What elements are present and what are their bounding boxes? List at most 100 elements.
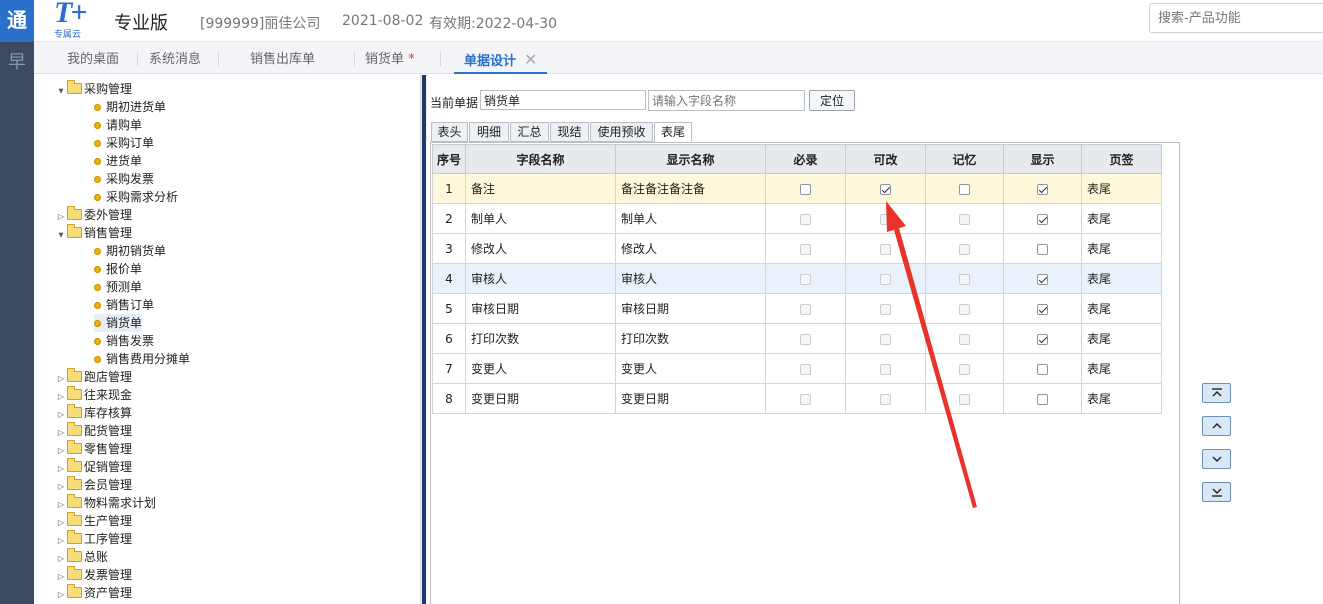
tree-folder[interactable]: ▷ 物料需求计划 — [56, 494, 156, 512]
show-checkbox[interactable] — [1037, 333, 1048, 345]
column-header[interactable]: 序号 — [432, 144, 466, 174]
collapse-icon[interactable]: ▲ — [57, 228, 65, 242]
tree-folder[interactable]: ▷ 跑店管理 — [56, 368, 132, 386]
move-bottom-button[interactable] — [1202, 482, 1231, 502]
show-checkbox[interactable] — [1037, 243, 1048, 255]
close-icon[interactable]: ✕ — [524, 50, 537, 69]
expand-icon[interactable]: ▷ — [56, 586, 66, 604]
tree-leaf[interactable]: 期初进货单 — [94, 98, 166, 116]
table-row[interactable]: 2 制单人 制单人 表尾 — [432, 203, 1162, 234]
splitter-handle[interactable] — [422, 75, 426, 604]
move-up-button[interactable] — [1202, 416, 1231, 436]
tree-node-label: 报价单 — [106, 262, 143, 276]
editable-checkbox[interactable] — [880, 183, 891, 195]
table-cell: 审核人 — [615, 263, 766, 294]
column-header[interactable]: 记忆 — [925, 144, 1004, 174]
required-checkbox — [800, 393, 811, 405]
required-checkbox[interactable] — [800, 183, 811, 195]
table-row[interactable]: 1 备注 备注备注备注备 表尾 — [432, 173, 1162, 204]
tab-form-design[interactable]: 单据设计 ✕ — [454, 42, 548, 74]
section-tab[interactable]: 表尾 — [654, 122, 692, 143]
move-down-button[interactable] — [1202, 449, 1231, 469]
tree-folder[interactable]: ▷ 往来现金 — [56, 386, 132, 404]
tree-folder[interactable]: ▷ 零售管理 — [56, 440, 132, 458]
tab-my-desktop[interactable]: 我的桌面 — [67, 42, 119, 74]
folder-icon — [67, 422, 82, 436]
folder-icon — [67, 404, 82, 418]
show-checkbox[interactable] — [1037, 363, 1048, 375]
tree-node-label: 请购单 — [106, 118, 143, 132]
table-row[interactable]: 7 变更人 变更人 表尾 — [432, 353, 1162, 384]
section-tab[interactable]: 汇总 — [510, 122, 549, 142]
tab-sales-invoice[interactable]: 销货单 * — [365, 42, 415, 74]
tree-leaf[interactable]: 采购需求分析 — [94, 188, 178, 206]
column-header[interactable]: 可改 — [845, 144, 926, 174]
table-cell — [925, 323, 1004, 354]
section-tab[interactable]: 明细 — [469, 122, 509, 142]
table-row[interactable]: 4 审核人 审核人 表尾 — [432, 263, 1162, 294]
tab-system-messages[interactable]: 系统消息 — [149, 42, 201, 74]
tree-folder[interactable]: ▷ 委外管理 — [56, 206, 132, 224]
tree-leaf[interactable]: 报价单 — [94, 260, 142, 278]
table-row[interactable]: 6 打印次数 打印次数 表尾 — [432, 323, 1162, 354]
column-header[interactable]: 显示 — [1003, 144, 1082, 174]
product-search-input[interactable] — [1149, 3, 1323, 33]
tree-folder[interactable]: ▷ 库存核算 — [56, 404, 132, 422]
tree-node-label: 零售管理 — [84, 442, 133, 456]
memory-checkbox[interactable] — [959, 183, 970, 195]
tree-leaf[interactable]: 采购订单 — [94, 134, 154, 152]
table-cell: 变更人 — [465, 353, 616, 384]
table-cell — [1003, 203, 1082, 234]
collapse-icon[interactable]: ▲ — [57, 84, 65, 98]
tree-leaf[interactable]: 销售发票 — [94, 332, 154, 350]
tab-sales-outbound[interactable]: 销售出库单 — [250, 42, 315, 74]
show-checkbox[interactable] — [1037, 303, 1048, 315]
table-cell: 备注备注备注备 — [615, 173, 766, 204]
show-checkbox[interactable] — [1037, 393, 1048, 405]
document-dot-icon — [94, 338, 101, 345]
editable-checkbox — [880, 393, 891, 405]
tree-leaf[interactable]: 销货单 — [94, 314, 143, 332]
tree-leaf[interactable]: 采购发票 — [94, 170, 154, 188]
show-checkbox[interactable] — [1037, 183, 1048, 195]
rail-logo[interactable]: 通 — [0, 0, 34, 42]
arrow-top-icon — [1212, 388, 1222, 397]
tree-leaf[interactable]: 请购单 — [94, 116, 142, 134]
tree-folder[interactable]: ▲ 销售管理 — [56, 224, 132, 242]
rail-menu-icon[interactable]: 早 — [0, 48, 34, 74]
table-row[interactable]: 3 修改人 修改人 表尾 — [432, 233, 1162, 264]
tree-leaf[interactable]: 期初销货单 — [94, 242, 166, 260]
table-row[interactable]: 8 变更日期 变更日期 表尾 — [432, 383, 1162, 414]
tree-folder[interactable]: ▷ 促销管理 — [56, 458, 132, 476]
table-cell — [845, 233, 926, 264]
table-cell — [765, 353, 846, 384]
column-header[interactable]: 必录 — [765, 144, 846, 174]
column-header[interactable]: 页签 — [1081, 144, 1162, 174]
show-checkbox[interactable] — [1037, 213, 1048, 225]
table-row[interactable]: 5 审核日期 审核日期 表尾 — [432, 293, 1162, 324]
tree-leaf[interactable]: 进货单 — [94, 152, 142, 170]
section-tab[interactable]: 使用预收 — [590, 122, 653, 142]
tree-node-label: 采购订单 — [106, 136, 155, 150]
tree-leaf[interactable]: 销售订单 — [94, 296, 154, 314]
field-name-input[interactable] — [648, 90, 805, 111]
section-tab[interactable]: 表头 — [431, 122, 468, 142]
current-doc-field[interactable] — [480, 90, 646, 110]
tree-folder[interactable]: ▲ 采购管理 — [56, 80, 132, 98]
tree-folder[interactable]: ▷ 会员管理 — [56, 476, 132, 494]
show-checkbox[interactable] — [1037, 273, 1048, 285]
tree-folder[interactable]: ▷ 生产管理 — [56, 512, 132, 530]
tree-folder[interactable]: ▷ 资产管理 — [56, 584, 132, 602]
tree-folder[interactable]: ▷ 总账 — [56, 548, 108, 566]
tree-folder[interactable]: ▷ 发票管理 — [56, 566, 132, 584]
tree-folder[interactable]: ▷ 工序管理 — [56, 530, 132, 548]
logo-subtitle: 专属云 — [54, 30, 82, 40]
column-header[interactable]: 字段名称 — [465, 144, 616, 174]
column-header[interactable]: 显示名称 — [615, 144, 766, 174]
tree-leaf[interactable]: 预测单 — [94, 278, 142, 296]
move-top-button[interactable] — [1202, 383, 1231, 403]
tree-leaf[interactable]: 销售费用分摊单 — [94, 350, 190, 368]
locate-button[interactable]: 定位 — [809, 90, 855, 111]
section-tab[interactable]: 现结 — [550, 122, 589, 142]
tree-folder[interactable]: ▷ 配货管理 — [56, 422, 132, 440]
